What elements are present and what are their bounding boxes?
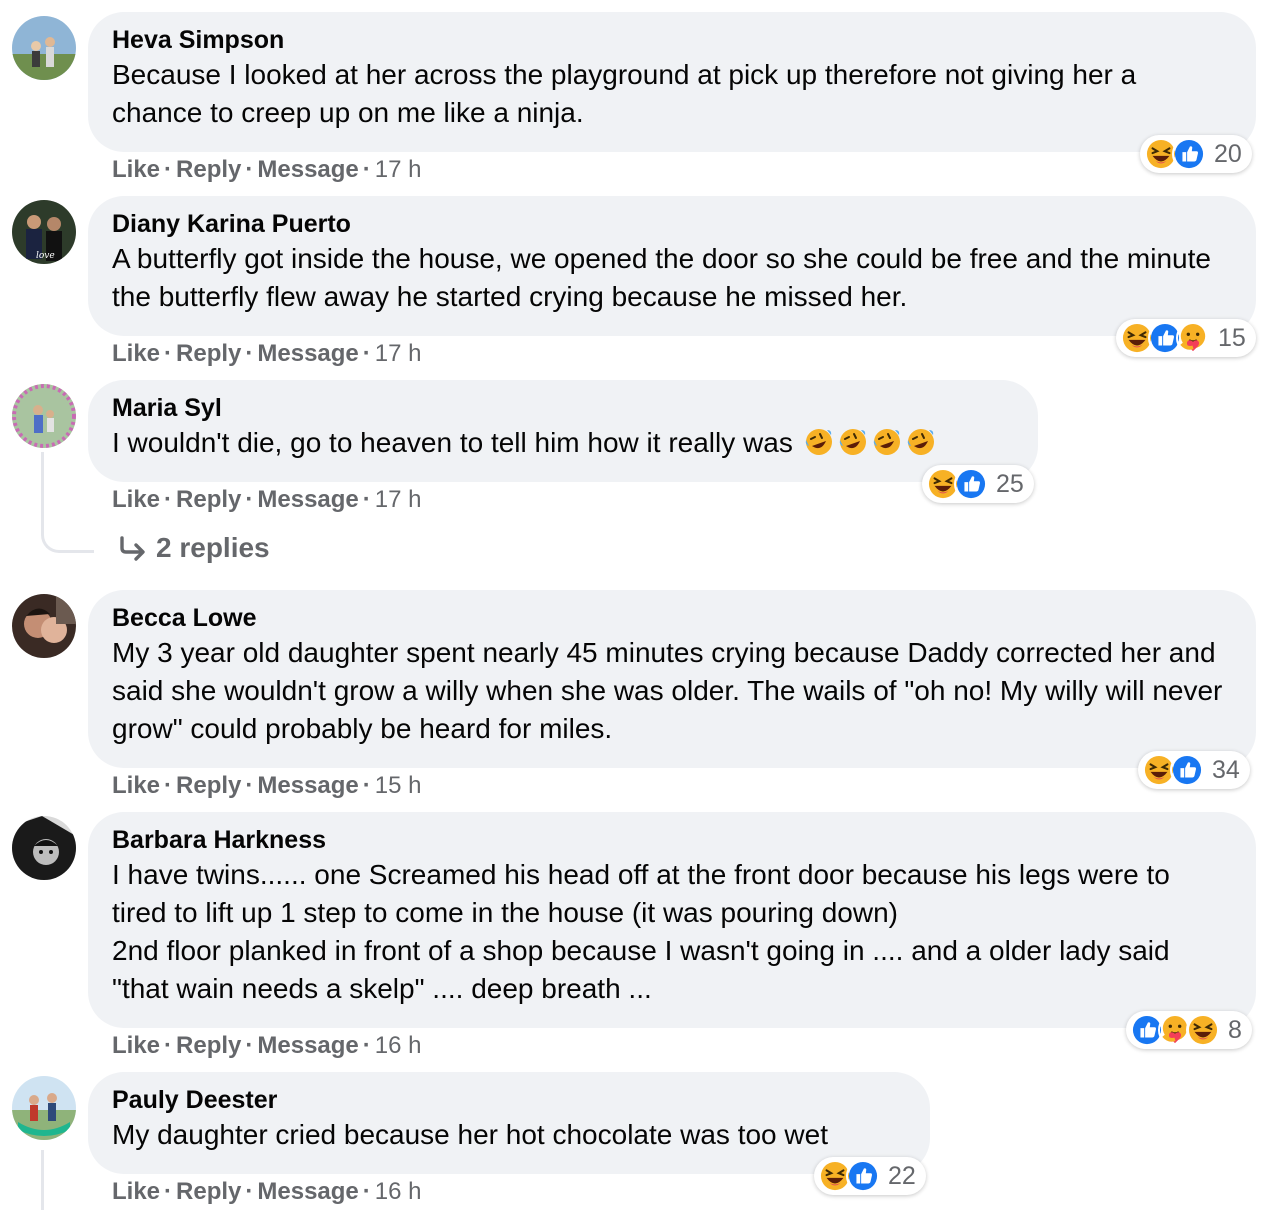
comment-text-content: I wouldn't die, go to heaven to tell him… bbox=[112, 427, 793, 458]
comment-time[interactable]: 15 h bbox=[375, 772, 422, 799]
rofl-emoji-icon bbox=[905, 426, 937, 458]
rofl-emoji-icon bbox=[871, 426, 903, 458]
avatar[interactable] bbox=[12, 16, 76, 80]
reaction-count: 20 bbox=[1214, 139, 1242, 168]
comment-text: My daughter cried because her hot chocol… bbox=[112, 1119, 828, 1150]
reply-button[interactable]: Reply bbox=[176, 486, 241, 513]
reply-thread-line bbox=[41, 1150, 44, 1210]
care-reaction-icon bbox=[1176, 321, 1210, 355]
laugh-reaction-icon bbox=[1186, 1013, 1220, 1047]
like-reaction-icon bbox=[954, 467, 988, 501]
reply-button[interactable]: Reply bbox=[176, 156, 241, 183]
rofl-emoji-icon bbox=[803, 426, 835, 458]
comment-actions: Like · Reply · Message · 17 h bbox=[112, 486, 422, 513]
comment-time[interactable]: 16 h bbox=[375, 1178, 422, 1205]
comment-text: My 3 year old daughter spent nearly 45 m… bbox=[112, 637, 1223, 744]
comment-bubble: Maria Syl I wouldn't die, go to heaven t… bbox=[88, 380, 1038, 482]
comment-text: I wouldn't die, go to heaven to tell him… bbox=[112, 424, 1014, 462]
avatar[interactable] bbox=[12, 816, 76, 880]
reactions-summary[interactable]: 8 bbox=[1126, 1011, 1252, 1049]
comment-actions: Like · Reply · Message · 15 h bbox=[112, 772, 422, 799]
reactions-summary[interactable]: 20 bbox=[1140, 135, 1252, 173]
replies-count: 2 replies bbox=[156, 532, 270, 563]
like-reaction-icon bbox=[1170, 753, 1204, 787]
message-button[interactable]: Message bbox=[257, 1032, 358, 1059]
like-button[interactable]: Like bbox=[112, 340, 160, 367]
comment-text: A butterfly got inside the house, we ope… bbox=[112, 243, 1211, 312]
like-button[interactable]: Like bbox=[112, 772, 160, 799]
avatar[interactable] bbox=[12, 594, 76, 658]
reply-button[interactable]: Reply bbox=[176, 1178, 241, 1205]
comment-author[interactable]: Heva Simpson bbox=[112, 24, 1232, 56]
comment-text: Because I looked at her across the playg… bbox=[112, 59, 1137, 128]
rofl-emoji-icon bbox=[837, 426, 869, 458]
like-button[interactable]: Like bbox=[112, 486, 160, 513]
like-button[interactable]: Like bbox=[112, 1178, 160, 1205]
reaction-count: 8 bbox=[1228, 1015, 1242, 1044]
view-replies-link[interactable]: 2 replies bbox=[116, 532, 270, 564]
reaction-count: 22 bbox=[888, 1161, 916, 1190]
comment-bubble: Diany Karina Puerto A butterfly got insi… bbox=[88, 196, 1256, 336]
message-button[interactable]: Message bbox=[257, 772, 358, 799]
message-button[interactable]: Message bbox=[257, 156, 358, 183]
reaction-count: 34 bbox=[1212, 755, 1240, 784]
reply-thread-line bbox=[41, 452, 94, 553]
comment-author[interactable]: Barbara Harkness bbox=[112, 824, 1232, 856]
reactions-summary[interactable]: 15 bbox=[1116, 319, 1256, 357]
comment-time[interactable]: 17 h bbox=[375, 486, 422, 513]
reaction-count: 25 bbox=[996, 469, 1024, 498]
comment-bubble: Pauly Deester My daughter cried because … bbox=[88, 1072, 930, 1174]
reactions-summary[interactable]: 25 bbox=[922, 465, 1034, 503]
message-button[interactable]: Message bbox=[257, 486, 358, 513]
reactions-summary[interactable]: 34 bbox=[1138, 751, 1250, 789]
comment-actions: Like · Reply · Message · 17 h bbox=[112, 156, 422, 183]
reply-arrow-icon bbox=[116, 532, 148, 564]
message-button[interactable]: Message bbox=[257, 340, 358, 367]
comment-bubble: Heva Simpson Because I looked at her acr… bbox=[88, 12, 1256, 152]
reply-button[interactable]: Reply bbox=[176, 340, 241, 367]
reactions-summary[interactable]: 22 bbox=[814, 1157, 926, 1195]
avatar[interactable] bbox=[12, 1076, 76, 1140]
comment-time[interactable]: 17 h bbox=[375, 340, 422, 367]
comment-bubble: Becca Lowe My 3 year old daughter spent … bbox=[88, 590, 1256, 768]
svg-text:love: love bbox=[36, 251, 55, 261]
comment-actions: Like · Reply · Message · 16 h bbox=[112, 1032, 422, 1059]
comment-author[interactable]: Becca Lowe bbox=[112, 602, 1232, 634]
like-button[interactable]: Like bbox=[112, 1032, 160, 1059]
reply-button[interactable]: Reply bbox=[176, 1032, 241, 1059]
comment-actions: Like · Reply · Message · 17 h bbox=[112, 340, 422, 367]
comment-time[interactable]: 17 h bbox=[375, 156, 422, 183]
avatar[interactable] bbox=[12, 384, 76, 448]
comment-time[interactable]: 16 h bbox=[375, 1032, 422, 1059]
like-reaction-icon bbox=[1172, 137, 1206, 171]
like-button[interactable]: Like bbox=[112, 156, 160, 183]
comment-text: I have twins...... one Screamed his head… bbox=[112, 859, 1170, 1004]
comment-author[interactable]: Pauly Deester bbox=[112, 1084, 906, 1116]
reply-button[interactable]: Reply bbox=[176, 772, 241, 799]
comment-actions: Like · Reply · Message · 16 h bbox=[112, 1178, 422, 1205]
message-button[interactable]: Message bbox=[257, 1178, 358, 1205]
comment-bubble: Barbara Harkness I have twins...... one … bbox=[88, 812, 1256, 1028]
like-reaction-icon bbox=[846, 1159, 880, 1193]
comment-author[interactable]: Maria Syl bbox=[112, 392, 1014, 424]
avatar[interactable]: love bbox=[12, 200, 76, 264]
comment-author[interactable]: Diany Karina Puerto bbox=[112, 208, 1232, 240]
reaction-count: 15 bbox=[1218, 323, 1246, 352]
